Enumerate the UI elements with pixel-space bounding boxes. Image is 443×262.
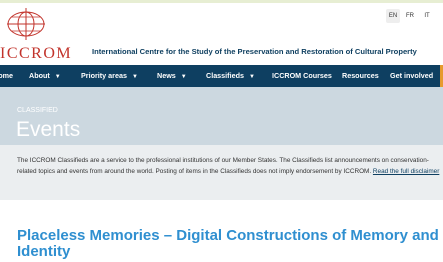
nav-label-classifieds: Classifieds: [206, 71, 244, 80]
nav-item-classifieds[interactable]: Classifieds ▼: [206, 65, 255, 87]
nav-label-home: Home: [0, 71, 13, 80]
page-title: Events: [16, 118, 81, 141]
nav-label-resources: Resources: [342, 71, 379, 80]
notice-text: The ICCROM Classifieds are a service to …: [17, 157, 429, 175]
chevron-down-icon: ▼: [131, 74, 138, 80]
nav-label-about: About: [29, 71, 50, 80]
logo-text: ICCROM: [0, 45, 73, 62]
nav-label-news: News: [157, 71, 176, 80]
nav-item-news[interactable]: News ▼: [157, 65, 187, 87]
nav-item-resources[interactable]: Resources: [342, 65, 379, 87]
page-hero: CLASSIFIED Events: [0, 87, 443, 145]
chevron-down-icon: ▼: [248, 74, 255, 80]
nav-label-iccrom-courses: ICCROM Courses: [272, 71, 332, 80]
iccrom-logo[interactable]: ICCROM: [0, 7, 86, 62]
lang-en[interactable]: EN: [386, 9, 400, 23]
globe-icon: [7, 8, 45, 40]
top-accent-strip: [0, 0, 443, 3]
nav-item-home[interactable]: Home: [0, 65, 13, 87]
section-eyebrow: CLASSIFIED: [17, 107, 58, 114]
classifieds-notice: The ICCROM Classifieds are a service to …: [0, 145, 443, 200]
main-nav: Home About ▼ Priority areas ▼ News ▼ Classi…: [0, 65, 443, 87]
disclaimer-link[interactable]: Read the full disclaimer: [373, 168, 439, 175]
lang-fr[interactable]: FR: [403, 9, 417, 23]
site-tagline: International Centre for the Study of th…: [92, 47, 417, 56]
chevron-down-icon: ▼: [54, 74, 61, 80]
nav-label-priority-areas: Priority areas: [81, 71, 127, 80]
notice-paragraph: The ICCROM Classifieds are a service to …: [17, 155, 441, 177]
nav-item-iccrom-courses[interactable]: ICCROM Courses: [272, 65, 332, 87]
language-switcher: EN FR IT: [386, 9, 434, 23]
nav-label-get-involved: Get involved: [390, 71, 434, 80]
nav-item-get-involved[interactable]: Get involved: [390, 65, 433, 87]
nav-item-priority-areas[interactable]: Priority areas ▼: [81, 65, 138, 87]
article-title[interactable]: Placeless Memories – Digital Constructio…: [17, 228, 443, 260]
nav-item-about[interactable]: About ▼: [29, 65, 61, 87]
lang-it[interactable]: IT: [420, 9, 434, 23]
chevron-down-icon: ▼: [180, 74, 187, 80]
